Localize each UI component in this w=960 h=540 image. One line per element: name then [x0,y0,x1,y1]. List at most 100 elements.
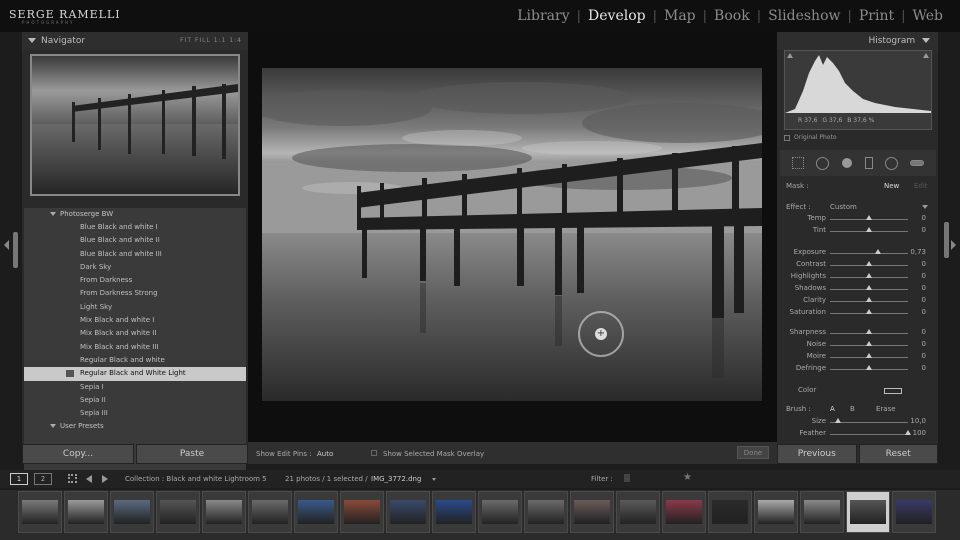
brush-a-button[interactable]: A [830,405,835,413]
zoom-1-4[interactable]: 1:4 [229,37,242,44]
filmstrip-thumbnail[interactable] [570,491,614,533]
mask-overlay-checkbox[interactable] [371,450,377,456]
effect-collapse-icon[interactable] [922,205,928,209]
slider-thumb[interactable] [866,341,872,346]
red-eye-icon[interactable] [841,157,853,169]
slider-thumb[interactable] [866,353,872,358]
filmstrip-thumbnail[interactable] [110,491,154,533]
zoom-fit[interactable]: FIT [180,37,192,44]
filmstrip-thumbnail[interactable] [294,491,338,533]
filmstrip-thumbnail[interactable] [64,491,108,533]
module-slideshow[interactable]: Slideshow [761,8,847,24]
histogram-header[interactable]: Histogram [777,32,938,50]
left-panel-toggle-icon[interactable] [4,240,9,250]
slider-value[interactable]: 0 [922,214,926,222]
slider-thumb[interactable] [905,430,911,435]
slider-track[interactable] [830,253,908,254]
slider-moire[interactable]: Moire 0 [780,352,936,363]
slider-thumb[interactable] [866,297,872,302]
screen-2-button[interactable]: 2 [34,473,52,485]
preset-item[interactable]: Mix Black and white III [24,341,246,354]
preset-item[interactable]: Mix Black and white I [24,314,246,327]
preset-item[interactable]: Light Sky [24,301,246,314]
slider-value[interactable]: 0,73 [910,248,926,256]
paste-button[interactable]: Paste [136,444,248,464]
crop-tool-icon[interactable] [792,157,804,169]
slider-value[interactable]: 0 [922,272,926,280]
preset-item[interactable]: From Darkness Strong [24,287,246,300]
original-photo-toggle[interactable]: Original Photo [784,134,837,141]
filmstrip-thumbnail[interactable] [708,491,752,533]
module-map[interactable]: Map [657,8,703,24]
module-library[interactable]: Library [510,8,576,24]
preset-item[interactable]: Blue Black and white I [24,221,246,234]
preset-item[interactable]: Sepia III [24,407,246,420]
slider-track[interactable] [830,422,908,423]
slider-thumb[interactable] [866,273,872,278]
slider-tint[interactable]: Tint 0 [780,226,936,237]
slider-value[interactable]: 0 [922,364,926,372]
navigator-header[interactable]: Navigator FIT FILL 1:1 1:4 [22,32,248,50]
slider-value[interactable]: 0 [922,328,926,336]
star-filter-icon[interactable]: ★ [683,472,692,483]
slider-noise[interactable]: Noise 0 [780,340,936,351]
mask-new-button[interactable]: New [884,182,899,190]
filmstrip-thumbnail[interactable] [18,491,62,533]
filmstrip-thumbnail[interactable] [524,491,568,533]
preset-item[interactable]: Sepia II [24,394,246,407]
slider-shadows[interactable]: Shadows 0 [780,284,936,295]
slider-value[interactable]: 0 [922,352,926,360]
slider-value[interactable]: 0 [922,296,926,304]
slider-contrast[interactable]: Contrast 0 [780,260,936,271]
slider-brush-size[interactable]: Size 10,0 [780,417,936,428]
filmstrip-thumbnail[interactable] [202,491,246,533]
filmstrip-thumbnail[interactable] [248,491,292,533]
slider-saturation[interactable]: Saturation 0 [780,308,936,319]
shadow-clipping-icon[interactable] [787,53,793,58]
slider-clarity[interactable]: Clarity 0 [780,296,936,307]
slider-thumb[interactable] [866,329,872,334]
preset-item[interactable]: Sepia I [24,381,246,394]
slider-thumb[interactable] [866,261,872,266]
filmstrip-thumbnail[interactable] [386,491,430,533]
radial-filter-icon[interactable] [885,156,898,170]
slider-sharpness[interactable]: Sharpness 0 [780,328,936,339]
done-button[interactable]: Done [737,446,769,459]
slider-highlights[interactable]: Highlights 0 [780,272,936,283]
color-swatch-icon[interactable] [884,388,902,394]
slider-defringe[interactable]: Defringe 0 [780,364,936,375]
slider-exposure[interactable]: Exposure 0,73 [780,248,936,259]
effect-select[interactable]: Custom [830,203,857,211]
slider-track[interactable] [830,434,908,435]
filmstrip-thumbnail[interactable] [616,491,660,533]
filmstrip-thumbnail[interactable] [754,491,798,533]
right-panel-toggle-icon[interactable] [951,240,956,250]
highlight-clipping-icon[interactable] [923,53,929,58]
module-web[interactable]: Web [906,8,951,24]
back-arrow-icon[interactable] [86,475,92,483]
module-develop[interactable]: Develop [581,8,653,24]
module-book[interactable]: Book [707,8,757,24]
brush-erase-button[interactable]: Erase [876,405,896,413]
adjustment-brush-pin[interactable]: + [578,311,624,357]
zoom-1-1[interactable]: 1:1 [214,37,227,44]
forward-arrow-icon[interactable] [102,475,108,483]
reset-button[interactable]: Reset [858,444,938,464]
spot-removal-icon[interactable] [816,156,829,170]
slider-value[interactable]: 0 [922,340,926,348]
filmstrip-thumbnail[interactable] [156,491,200,533]
previous-button[interactable]: Previous [777,444,857,464]
navigator-preview[interactable] [30,54,240,196]
slider-value[interactable]: 0 [922,308,926,316]
filename-dropdown-icon[interactable] [432,478,436,481]
slider-value[interactable]: 0 [922,226,926,234]
preset-folder-user-presets[interactable]: User Presets [24,420,246,433]
preset-item-selected[interactable]: Regular Black and White Light [24,367,246,381]
grid-view-icon[interactable] [68,474,77,483]
slider-value[interactable]: 100 [913,429,926,437]
slider-brush-feather[interactable]: Feather 100 [780,429,936,440]
slider-thumb[interactable] [875,249,882,254]
screen-1-button[interactable]: 1 [10,473,28,485]
preset-item[interactable]: Regular Black and white [24,354,246,367]
preset-item[interactable]: Dark Sky [24,261,246,274]
